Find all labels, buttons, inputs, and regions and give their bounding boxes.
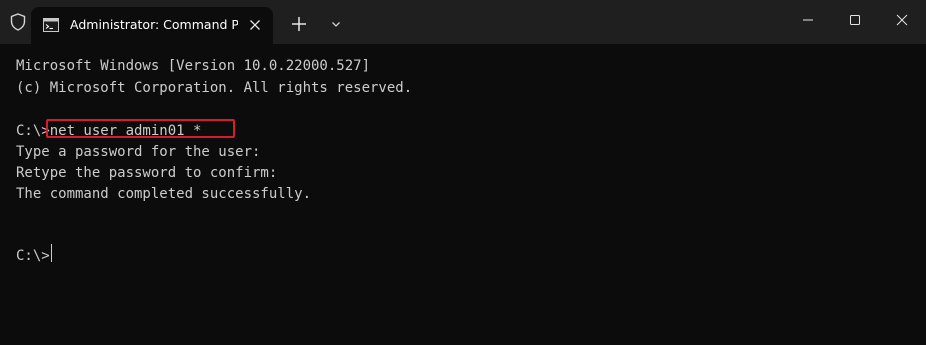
command-highlight-box <box>46 119 235 138</box>
console-line: Type a password for the user: <box>16 144 261 160</box>
maximize-icon <box>850 15 860 25</box>
console-line: Microsoft Windows [Version 10.0.22000.52… <box>16 58 371 74</box>
cmd-icon <box>43 18 59 32</box>
minimize-icon <box>803 19 813 21</box>
close-icon <box>896 14 908 26</box>
console-line: The command completed successfully. <box>16 186 312 202</box>
shield-icon <box>10 13 26 31</box>
close-button[interactable] <box>879 0 925 40</box>
console-output[interactable]: Microsoft Windows [Version 10.0.22000.52… <box>0 44 926 345</box>
plus-icon[interactable] <box>287 12 311 36</box>
chevron-down-icon[interactable] <box>324 12 348 36</box>
console-line: (c) Microsoft Corporation. All rights re… <box>16 80 413 96</box>
title-bar[interactable]: Administrator: Command Prompt <box>0 0 926 44</box>
minimize-button[interactable] <box>785 0 831 40</box>
tab-command-prompt[interactable]: Administrator: Command Prompt <box>31 7 273 44</box>
console-line: Retype the password to confirm: <box>16 165 278 181</box>
console-prompt: C:\> <box>16 248 50 264</box>
terminal-window: Administrator: Command Prompt <box>0 0 926 345</box>
text-cursor <box>51 244 52 262</box>
tab-title: Administrator: Command Prompt <box>70 17 238 32</box>
close-tab-icon[interactable] <box>246 16 264 34</box>
maximize-button[interactable] <box>832 0 878 40</box>
